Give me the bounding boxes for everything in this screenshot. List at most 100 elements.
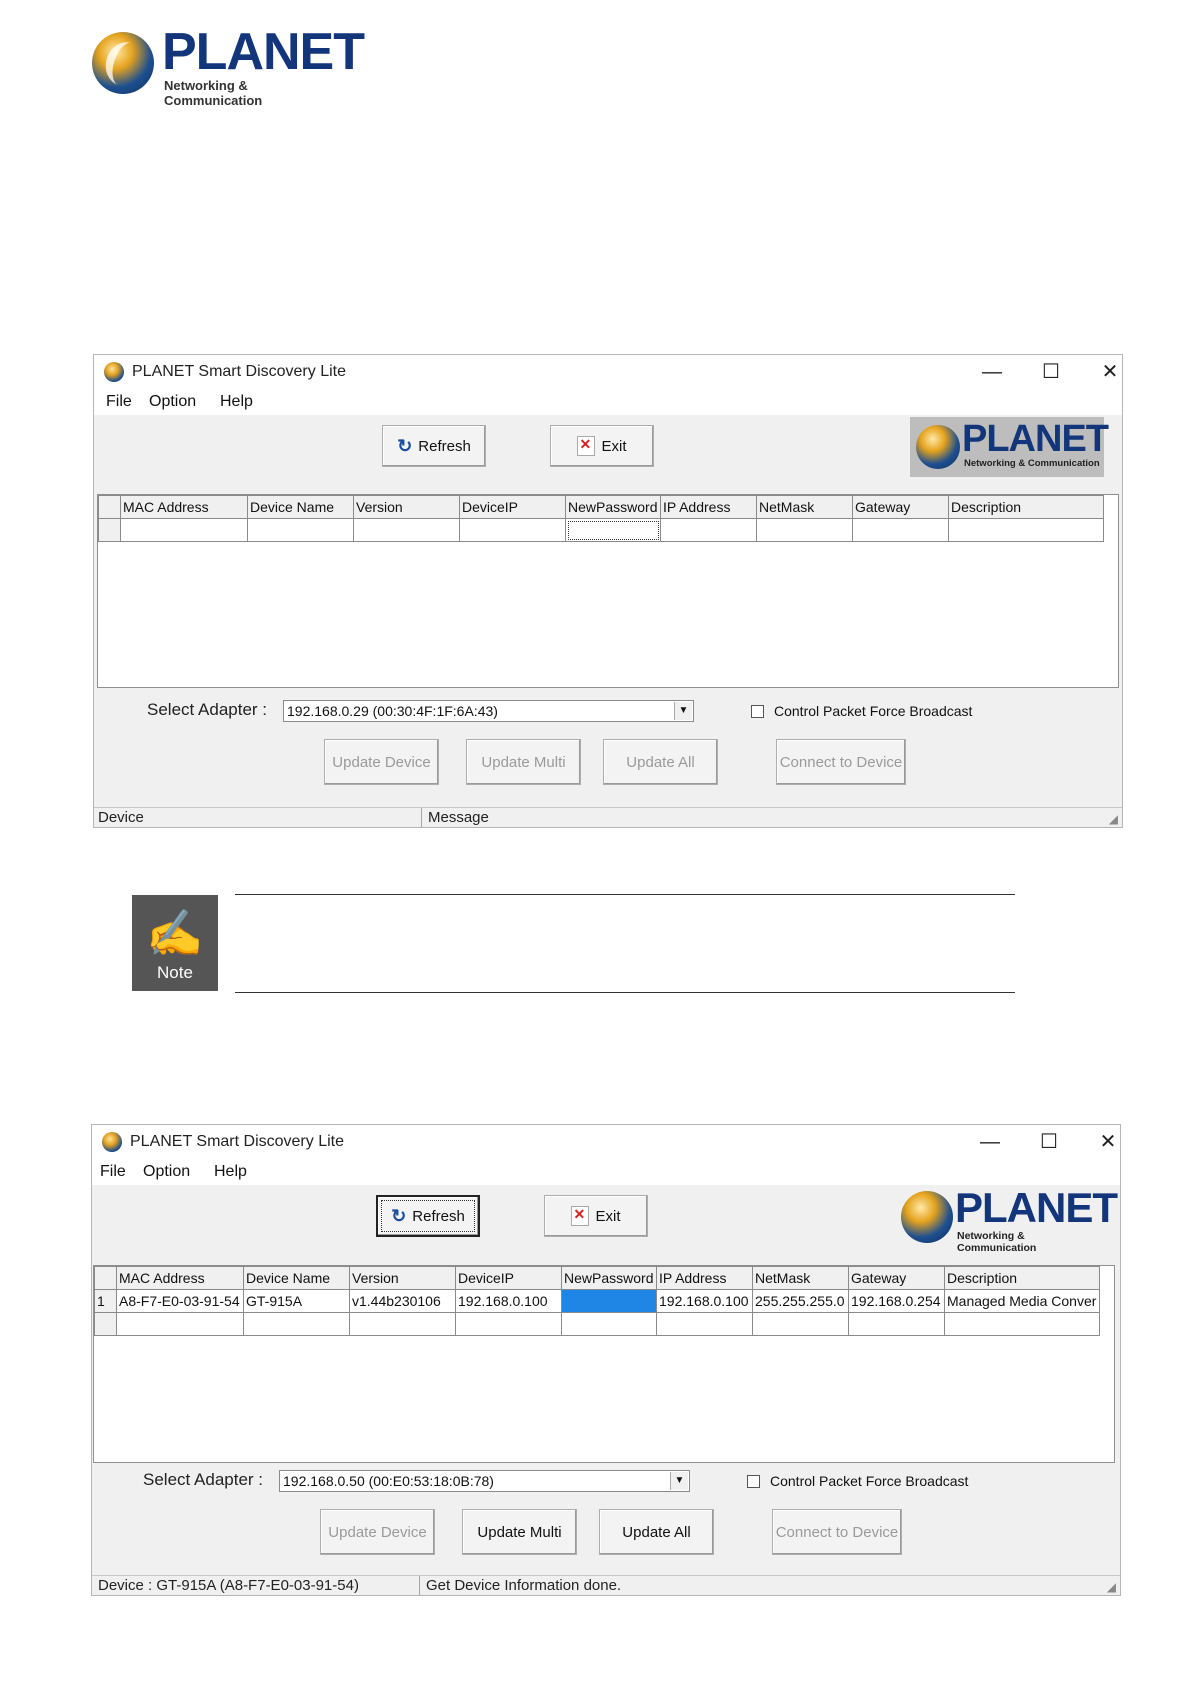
- update-device-button[interactable]: Update Device: [320, 1509, 435, 1555]
- close-button[interactable]: ✕: [1090, 357, 1122, 387]
- cell-new-password[interactable]: [565, 518, 661, 542]
- column-header[interactable]: IP Address: [656, 1266, 753, 1290]
- refresh-button[interactable]: ↻ Refresh: [376, 1195, 480, 1237]
- column-header[interactable]: Description: [948, 495, 1104, 519]
- column-header[interactable]: Version: [349, 1266, 456, 1290]
- cell-version[interactable]: [353, 518, 460, 542]
- column-header[interactable]: DeviceIP: [455, 1266, 562, 1290]
- update-multi-button[interactable]: Update Multi: [462, 1509, 577, 1555]
- force-broadcast-checkbox[interactable]: [747, 1475, 760, 1488]
- column-header[interactable]: Description: [944, 1266, 1100, 1290]
- cell-ip-address[interactable]: [660, 518, 757, 542]
- cell-ip-address[interactable]: 192.168.0.100: [656, 1289, 753, 1313]
- column-header[interactable]: Device Name: [243, 1266, 350, 1290]
- update-multi-button[interactable]: Update Multi: [466, 739, 581, 785]
- refresh-button[interactable]: ↻ Refresh: [382, 425, 486, 467]
- cell-device-ip[interactable]: 192.168.0.100: [455, 1289, 562, 1313]
- update-device-button[interactable]: Update Device: [324, 739, 439, 785]
- table-row[interactable]: [98, 518, 1104, 542]
- note-pen-icon: ✍: [146, 907, 204, 959]
- update-all-label: Update All: [622, 1523, 691, 1541]
- window-title: PLANET Smart Discovery Lite: [132, 363, 346, 380]
- column-header[interactable]: Gateway: [848, 1266, 945, 1290]
- menu-help[interactable]: Help: [220, 393, 253, 411]
- cell-netmask[interactable]: [752, 1312, 849, 1336]
- table-row[interactable]: 1 A8-F7-E0-03-91-54 GT-915A v1.44b230106…: [94, 1289, 1100, 1313]
- app-icon: [104, 362, 124, 382]
- update-device-label: Update Device: [328, 1523, 427, 1541]
- cell-mac[interactable]: A8-F7-E0-03-91-54: [116, 1289, 244, 1313]
- cell-device-name[interactable]: GT-915A: [243, 1289, 350, 1313]
- dropdown-arrow-icon[interactable]: ▼: [670, 1472, 688, 1490]
- column-header[interactable]: NetMask: [756, 495, 853, 519]
- cell-description[interactable]: [948, 518, 1104, 542]
- menu-option[interactable]: Option: [149, 393, 196, 411]
- brand-name: PLANET: [162, 23, 365, 81]
- column-header[interactable]: Version: [353, 495, 460, 519]
- column-header[interactable]: NewPassword: [565, 495, 661, 519]
- cell-netmask[interactable]: [756, 518, 853, 542]
- menu-help[interactable]: Help: [214, 1163, 247, 1181]
- cell-ip-address[interactable]: [656, 1312, 753, 1336]
- note-top-rule: [235, 894, 1015, 895]
- force-broadcast-checkbox[interactable]: [751, 705, 764, 718]
- resize-grip-icon[interactable]: ◢: [1107, 1580, 1116, 1594]
- connect-to-device-button[interactable]: Connect to Device: [776, 739, 906, 785]
- column-header[interactable]: IP Address: [660, 495, 757, 519]
- status-message: Message: [428, 809, 489, 826]
- cell-new-password[interactable]: [561, 1312, 657, 1336]
- cell-device-ip[interactable]: [459, 518, 566, 542]
- connect-to-device-button[interactable]: Connect to Device: [772, 1509, 902, 1555]
- device-grid[interactable]: MAC Address Device Name Version DeviceIP…: [97, 494, 1119, 688]
- device-grid[interactable]: MAC Address Device Name Version DeviceIP…: [93, 1265, 1115, 1463]
- planet-globe-icon: [916, 425, 960, 469]
- cell-gateway[interactable]: [848, 1312, 945, 1336]
- status-device: Device : GT-915A (A8-F7-E0-03-91-54): [98, 1577, 359, 1594]
- column-header[interactable]: Gateway: [852, 495, 949, 519]
- minimize-button[interactable]: —: [970, 1127, 1010, 1157]
- resize-grip-icon[interactable]: ◢: [1109, 812, 1118, 826]
- menu-option[interactable]: Option: [143, 1163, 190, 1181]
- close-button[interactable]: ✕: [1088, 1127, 1120, 1157]
- toolbar: ↻ Refresh Exit PLANET Networking & Commu…: [94, 415, 1122, 483]
- cell-new-password[interactable]: [561, 1289, 657, 1313]
- update-all-button[interactable]: Update All: [603, 739, 718, 785]
- cell-device-name[interactable]: [247, 518, 354, 542]
- cell-version[interactable]: v1.44b230106: [349, 1289, 456, 1313]
- column-header[interactable]: NewPassword: [561, 1266, 657, 1290]
- cell-mac[interactable]: [116, 1312, 244, 1336]
- column-header[interactable]: Device Name: [247, 495, 354, 519]
- cell-version[interactable]: [349, 1312, 456, 1336]
- refresh-label: Refresh: [418, 437, 471, 455]
- status-divider: [419, 1576, 420, 1595]
- column-header[interactable]: NetMask: [752, 1266, 849, 1290]
- exit-button[interactable]: Exit: [550, 425, 654, 467]
- cell-mac[interactable]: [120, 518, 248, 542]
- cell-netmask[interactable]: 255.255.255.0: [752, 1289, 849, 1313]
- cell-gateway[interactable]: [852, 518, 949, 542]
- cell-gateway[interactable]: 192.168.0.254: [848, 1289, 945, 1313]
- maximize-button[interactable]: ☐: [1029, 1127, 1069, 1157]
- adapter-select-value: 192.168.0.29 (00:30:4F:1F:6A:43): [287, 703, 498, 719]
- cell-device-name[interactable]: [243, 1312, 350, 1336]
- adapter-select[interactable]: 192.168.0.29 (00:30:4F:1F:6A:43) ▼: [283, 700, 694, 722]
- column-header[interactable]: DeviceIP: [459, 495, 566, 519]
- adapter-select[interactable]: 192.168.0.50 (00:E0:53:18:0B:78) ▼: [279, 1470, 690, 1492]
- update-all-button[interactable]: Update All: [599, 1509, 714, 1555]
- minimize-button[interactable]: —: [972, 357, 1012, 387]
- menu-file[interactable]: File: [106, 393, 132, 411]
- row-number: 1: [94, 1289, 117, 1313]
- connect-to-device-label: Connect to Device: [779, 753, 903, 771]
- column-header[interactable]: MAC Address: [120, 495, 248, 519]
- status-bar: Device Message ◢: [94, 807, 1122, 827]
- logo-tagline: Networking & Communication: [957, 1230, 1037, 1254]
- menu-file[interactable]: File: [100, 1163, 126, 1181]
- maximize-button[interactable]: ☐: [1031, 357, 1071, 387]
- column-header[interactable]: MAC Address: [116, 1266, 244, 1290]
- exit-button[interactable]: Exit: [544, 1195, 648, 1237]
- dropdown-arrow-icon[interactable]: ▼: [674, 702, 692, 720]
- cell-description[interactable]: [944, 1312, 1100, 1336]
- table-row[interactable]: [94, 1312, 1100, 1336]
- cell-description[interactable]: Managed Media Conver: [944, 1289, 1100, 1313]
- cell-device-ip[interactable]: [455, 1312, 562, 1336]
